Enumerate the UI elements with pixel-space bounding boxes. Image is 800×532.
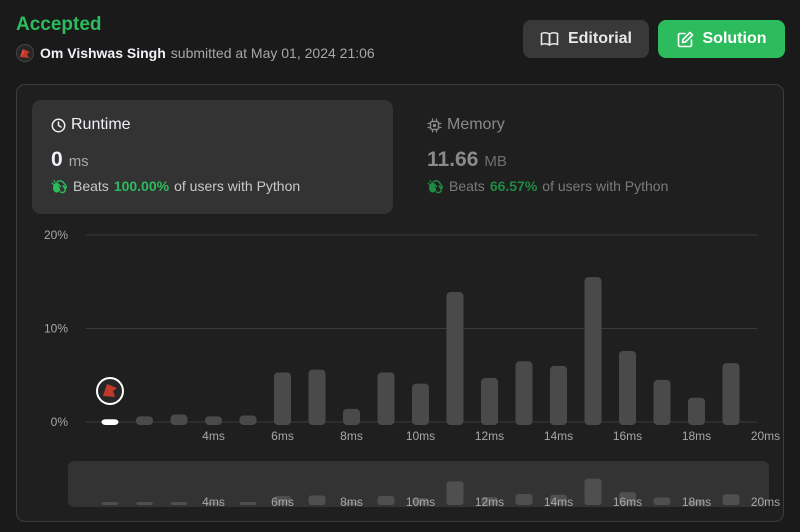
overview-bar xyxy=(653,497,671,505)
bar[interactable] xyxy=(446,292,464,425)
overview-tick-label: 20ms xyxy=(751,495,780,509)
overview-tick-label: 10ms xyxy=(406,495,435,509)
bar[interactable] xyxy=(136,416,153,425)
x-tick-label: 6ms xyxy=(271,429,294,443)
runtime-distribution-chart: 20% 10% 0% 4ms 6ms 8ms 10ms 12ms 14ms 16ms 18ms 20m… xyxy=(44,228,780,509)
x-tick-label: 14ms xyxy=(544,429,573,443)
bar[interactable] xyxy=(412,383,429,425)
overview-bar xyxy=(170,502,188,505)
bar[interactable] xyxy=(205,416,222,425)
x-tick-label: 20ms xyxy=(751,429,780,443)
bar-highlighted[interactable] xyxy=(101,419,119,425)
bar[interactable] xyxy=(722,363,740,425)
y-tick-label: 0% xyxy=(51,415,69,429)
bar[interactable] xyxy=(308,369,326,425)
y-tick-label: 20% xyxy=(44,228,68,242)
submission-result-page: Accepted Om Vishwas Singh submitted at M… xyxy=(0,0,800,532)
bar[interactable] xyxy=(584,277,602,425)
overview-bar xyxy=(136,502,153,505)
overview-bar xyxy=(584,478,602,505)
bar[interactable] xyxy=(377,372,395,425)
bar[interactable] xyxy=(170,414,188,425)
y-tick-label: 10% xyxy=(44,322,68,336)
x-tick-label: 18ms xyxy=(682,429,711,443)
bar[interactable] xyxy=(239,415,257,425)
overview-tick-label: 16ms xyxy=(613,495,642,509)
overview-tick-label: 12ms xyxy=(475,495,504,509)
bar[interactable] xyxy=(343,408,360,425)
overview-bar xyxy=(722,494,740,505)
bar[interactable] xyxy=(515,361,533,425)
overview-bar xyxy=(101,502,119,505)
overview-tick-label: 14ms xyxy=(544,495,573,509)
overview-bar xyxy=(377,495,395,505)
x-tick-label: 16ms xyxy=(613,429,642,443)
overview-tick-label: 4ms xyxy=(202,495,225,509)
overview-tick-label: 6ms xyxy=(271,495,294,509)
bar[interactable] xyxy=(653,379,671,425)
x-tick-label: 12ms xyxy=(475,429,504,443)
bar[interactable] xyxy=(481,378,498,425)
bar[interactable] xyxy=(550,365,567,425)
bar[interactable] xyxy=(688,397,705,425)
x-tick-label: 8ms xyxy=(340,429,363,443)
overview-tick-label: 18ms xyxy=(682,495,711,509)
overview-tick-label: 8ms xyxy=(340,495,363,509)
overview-bar xyxy=(239,502,257,505)
bar[interactable] xyxy=(619,350,636,425)
overview-bar xyxy=(308,495,326,505)
x-tick-label: 4ms xyxy=(202,429,225,443)
overview-bar xyxy=(446,481,464,505)
x-tick-label: 10ms xyxy=(406,429,435,443)
bar[interactable] xyxy=(274,372,291,425)
overview-bar xyxy=(515,493,533,505)
